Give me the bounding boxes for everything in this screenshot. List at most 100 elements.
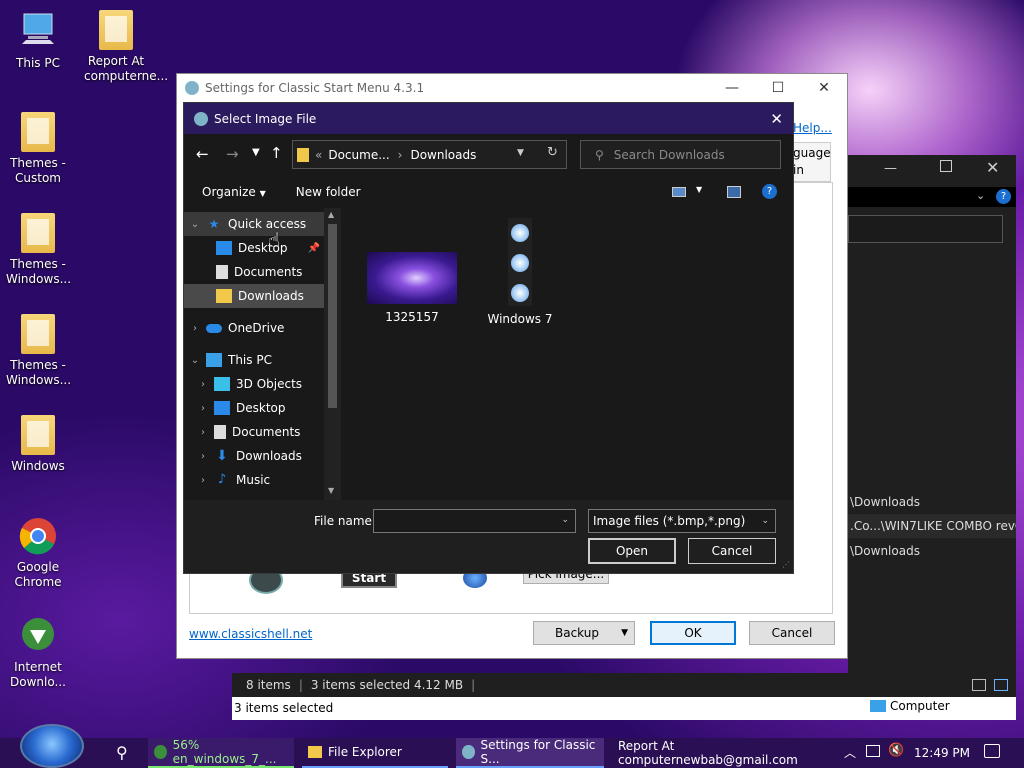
settings-table-header: guage in xyxy=(789,142,831,182)
chevron-right-icon[interactable]: › xyxy=(196,427,210,438)
pin-icon[interactable]: 📌 xyxy=(308,243,320,254)
resize-grip-icon[interactable]: ⋰ xyxy=(782,560,790,569)
taskbar-item-file-explorer[interactable]: File Explorer xyxy=(302,738,448,768)
nav-documents[interactable]: Documents xyxy=(184,260,324,284)
nav-desktop[interactable]: Desktop 📌 xyxy=(184,236,324,260)
maximize-icon[interactable]: ☐ xyxy=(755,74,801,102)
start-button[interactable] xyxy=(20,724,84,768)
refresh-icon[interactable]: ↻ xyxy=(547,145,558,160)
nav-this-pc[interactable]: ⌄ This PC xyxy=(184,348,324,372)
scroll-thumb[interactable] xyxy=(328,224,337,408)
close-icon[interactable]: ✕ xyxy=(801,74,847,102)
classicshell-link[interactable]: www.classicshell.net xyxy=(189,627,312,641)
notification-icon[interactable] xyxy=(984,744,1000,758)
breadcrumb-documents[interactable]: Docume... xyxy=(328,148,389,162)
volume-muted-icon[interactable]: 🔇 xyxy=(888,743,904,758)
desktop-icon-themes-windows-2[interactable]: Themes - Windows... xyxy=(6,314,71,388)
chevron-down-icon[interactable]: ▼ xyxy=(696,185,702,194)
desktop-icon-this-pc[interactable]: This PC xyxy=(6,10,70,71)
folder-icon xyxy=(297,147,309,162)
documents-icon xyxy=(214,425,226,439)
chevron-down-icon[interactable]: ⌄ xyxy=(188,219,202,230)
folder-icon xyxy=(216,289,232,303)
chevron-down-icon[interactable]: ▼ xyxy=(517,148,524,158)
organize-button[interactable]: Organize ▼ xyxy=(202,185,266,199)
nav-pc-downloads[interactable]: › ⬇ Downloads xyxy=(184,444,324,468)
download-icon: ⬇ xyxy=(216,448,228,464)
help-icon[interactable]: ? xyxy=(996,189,1011,204)
view-options-icon[interactable] xyxy=(672,187,686,197)
desktop-icon-label: Internet Downlo... xyxy=(10,660,66,689)
details-view-icon[interactable] xyxy=(972,679,986,691)
desktop-icon-themes-windows-1[interactable]: Themes - Windows... xyxy=(6,213,71,287)
desktop-icon-themes-custom[interactable]: Themes - Custom xyxy=(6,112,70,186)
desktop-icon-windows[interactable]: Windows xyxy=(6,415,70,474)
help-link[interactable]: Help... xyxy=(793,121,832,135)
nav-onedrive[interactable]: › OneDrive xyxy=(184,316,324,340)
chevron-down-icon[interactable]: ⌄ xyxy=(188,355,202,366)
chevron-right-icon[interactable]: › xyxy=(196,403,210,414)
chevron-up-icon[interactable]: ︿ xyxy=(844,744,856,761)
nav-music[interactable]: › ♪ Music xyxy=(184,468,324,492)
desktop-icon-chrome[interactable]: Google Chrome xyxy=(6,514,70,590)
new-folder-button[interactable]: New folder xyxy=(296,185,361,199)
nav-pc-documents[interactable]: › Documents xyxy=(184,420,324,444)
tiles-view-icon[interactable] xyxy=(994,679,1008,691)
chevron-down-icon[interactable]: ▼ xyxy=(252,147,260,158)
nav-3d-objects[interactable]: › 3D Objects xyxy=(184,372,324,396)
nav-pc-desktop[interactable]: › Desktop xyxy=(184,396,324,420)
nav-scrollbar[interactable]: ▲ ▼ xyxy=(324,208,341,500)
taskbar-item-report[interactable]: Report At computernewbab@gmail.com xyxy=(612,738,840,768)
search-icon[interactable]: ⚲ xyxy=(116,743,128,762)
desktop-icon-idm[interactable]: Internet Downlo... xyxy=(6,614,70,690)
ok-button[interactable]: OK xyxy=(650,621,736,645)
breadcrumb-downloads[interactable]: Downloads xyxy=(410,148,476,162)
desktop-icon-label: This PC xyxy=(16,56,60,70)
preview-pane-icon[interactable] xyxy=(727,186,741,198)
address-bar[interactable]: « Docume... › Downloads ▼ ↻ xyxy=(292,140,567,169)
maximize-icon[interactable] xyxy=(940,160,952,172)
explorer-path-row[interactable]: \Downloads xyxy=(848,539,1016,563)
close-icon[interactable]: ✕ xyxy=(770,110,783,128)
cancel-button[interactable]: Cancel xyxy=(688,538,776,564)
file-item-windows7[interactable]: Windows 7 xyxy=(472,218,568,326)
taskbar-item-download[interactable]: 56% en_windows_7_... xyxy=(148,738,294,768)
scroll-up-icon[interactable]: ▲ xyxy=(328,210,334,219)
chevron-down-icon[interactable]: ⌄ xyxy=(976,189,985,202)
open-button[interactable]: Open xyxy=(588,538,676,564)
file-name-input[interactable]: ⌄ xyxy=(373,509,576,533)
search-input[interactable]: Search Downloads xyxy=(614,148,725,162)
back-arrow-icon[interactable]: ← xyxy=(196,145,209,163)
folder-icon xyxy=(21,314,55,354)
close-icon[interactable]: ✕ xyxy=(986,158,999,177)
file-item-1325157[interactable]: 1325157 xyxy=(364,252,460,324)
backup-button[interactable]: Backup ▼ xyxy=(533,621,635,645)
chevron-down-icon[interactable]: ⌄ xyxy=(561,515,569,525)
chevron-right-icon[interactable]: › xyxy=(196,475,210,486)
taskbar-item-settings[interactable]: Settings for Classic S... xyxy=(456,738,604,768)
chevron-right-icon[interactable]: › xyxy=(196,379,210,390)
nav-quick-access[interactable]: ⌄ ★ Quick access xyxy=(184,212,324,236)
explorer-path-row[interactable]: .Co...\WIN7LIKE COMBO revC xyxy=(848,514,1016,538)
chevron-down-icon[interactable]: ⌄ xyxy=(761,510,769,532)
cancel-button[interactable]: Cancel xyxy=(749,621,835,645)
desktop-icon-report[interactable]: Report At computerne... xyxy=(84,10,168,84)
forward-arrow-icon[interactable]: → xyxy=(226,145,239,163)
explorer-address-bar[interactable] xyxy=(848,215,1003,243)
nav-downloads[interactable]: Downloads xyxy=(184,284,324,308)
network-icon[interactable] xyxy=(866,745,880,757)
help-icon[interactable]: ? xyxy=(762,184,777,199)
scroll-down-icon[interactable]: ▼ xyxy=(328,486,334,495)
up-arrow-icon[interactable]: ↑ xyxy=(270,144,283,162)
minimize-icon[interactable]: — xyxy=(884,161,897,176)
search-box[interactable]: ⚲ Search Downloads xyxy=(580,140,781,169)
settings-title: Settings for Classic Start Menu 4.3.1 xyxy=(205,81,425,95)
file-type-select[interactable]: Image files (*.bmp,*.png) ⌄ xyxy=(588,509,776,533)
windows-orb-icon xyxy=(511,254,529,272)
chevron-right-icon[interactable]: › xyxy=(188,323,202,334)
breadcrumb-overflow-icon[interactable]: « xyxy=(315,148,322,162)
explorer-path-row[interactable]: \Downloads xyxy=(848,490,1016,514)
clock[interactable]: 12:49 PM xyxy=(914,746,970,760)
minimize-icon[interactable]: — xyxy=(709,74,755,102)
chevron-right-icon[interactable]: › xyxy=(196,451,210,462)
